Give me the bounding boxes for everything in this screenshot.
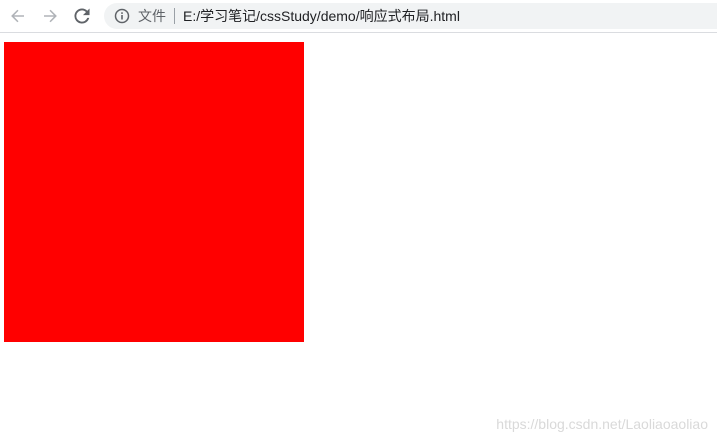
security-label[interactable]: 文件 xyxy=(138,6,166,26)
browser-toolbar: 文件 E:/学习笔记/cssStudy/demo/响应式布局.html xyxy=(0,0,717,33)
reload-button[interactable] xyxy=(70,4,94,28)
back-button[interactable] xyxy=(6,4,30,28)
info-icon[interactable] xyxy=(114,8,130,24)
address-bar[interactable]: 文件 E:/学习笔记/cssStudy/demo/响应式布局.html xyxy=(104,3,717,29)
url-text[interactable]: E:/学习笔记/cssStudy/demo/响应式布局.html xyxy=(183,6,460,26)
arrow-left-icon xyxy=(10,8,26,24)
reload-icon xyxy=(74,8,90,24)
arrow-right-icon xyxy=(42,8,58,24)
page-content: https://blog.csdn.net/Laoliaoaoliao xyxy=(0,33,717,441)
watermark: https://blog.csdn.net/Laoliaoaoliao xyxy=(496,416,708,432)
address-divider xyxy=(174,8,175,24)
red-box xyxy=(4,42,304,342)
forward-button[interactable] xyxy=(38,4,62,28)
